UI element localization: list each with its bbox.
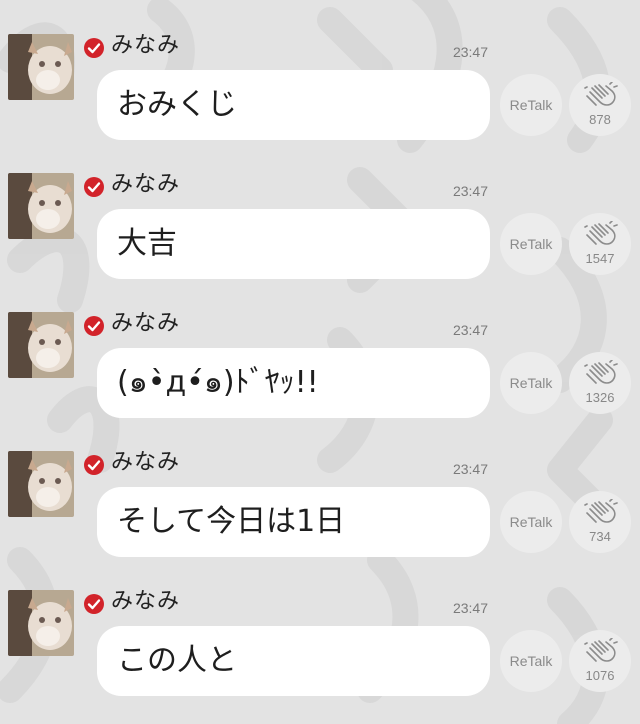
sender-name: みなみ [111, 311, 181, 336]
verified-check-icon [84, 594, 104, 614]
message-item: みなみ 23:47 そして今日は1日 ReTalk 734 [0, 417, 640, 557]
verified-check-icon [84, 38, 104, 58]
timestamp: 23:47 [452, 322, 488, 338]
avatar-cat-photo [8, 173, 74, 239]
avatar[interactable] [8, 590, 74, 656]
clap-count: 1547 [585, 251, 615, 266]
clap-button[interactable]: 1076 [569, 630, 631, 692]
avatar-cat-photo [8, 34, 74, 100]
retalk-button[interactable]: ReTalk [500, 352, 562, 414]
retalk-button[interactable]: ReTalk [500, 213, 562, 275]
sender-name: みなみ [111, 33, 181, 58]
message-item: みなみ 23:47 大吉 ReTalk 1547 [0, 139, 640, 279]
clap-button[interactable]: 878 [569, 74, 631, 136]
timestamp: 23:47 [452, 461, 488, 477]
message-bubble[interactable]: おみくじ [97, 70, 490, 140]
timestamp: 23:47 [452, 44, 488, 60]
avatar[interactable] [8, 173, 74, 239]
message-bubble[interactable]: (๑•̀д•́๑)ﾄﾞﾔｯ!! [97, 348, 490, 418]
clap-hands-icon [584, 638, 618, 662]
timestamp: 23:47 [452, 183, 488, 199]
message-item: みなみ 23:47 (๑•̀д•́๑)ﾄﾞﾔｯ!! ReTalk 1326 [0, 278, 640, 418]
message-bubble[interactable]: そして今日は1日 [97, 487, 490, 557]
clap-button[interactable]: 1326 [569, 352, 631, 414]
message-feed[interactable]: みなみ 23:47 おみくじ ReTalk 878 みなみ 23:47 大吉 R… [0, 0, 640, 724]
avatar[interactable] [8, 34, 74, 100]
clap-hands-icon [584, 499, 618, 523]
clap-count: 1076 [585, 668, 615, 683]
message-bubble[interactable]: 大吉 [97, 209, 490, 279]
retalk-button[interactable]: ReTalk [500, 491, 562, 553]
verified-check-icon [84, 177, 104, 197]
message-item: みなみ 23:47 おみくじ ReTalk 878 [0, 0, 640, 140]
avatar[interactable] [8, 312, 74, 378]
clap-button[interactable]: 734 [569, 491, 631, 553]
avatar[interactable] [8, 451, 74, 517]
message-text: 大吉 [117, 226, 177, 261]
clap-hands-icon [584, 360, 618, 384]
message-text: そして今日は1日 [117, 504, 346, 539]
clap-count: 878 [589, 112, 611, 127]
message-bubble[interactable]: この人と [97, 626, 490, 696]
timestamp: 23:47 [452, 600, 488, 616]
sender-name: みなみ [111, 450, 181, 475]
clap-count: 1326 [585, 390, 615, 405]
clap-hands-icon [584, 82, 618, 106]
verified-check-icon [84, 316, 104, 336]
clap-button[interactable]: 1547 [569, 213, 631, 275]
retalk-button[interactable]: ReTalk [500, 74, 562, 136]
message-text: この人と [117, 643, 237, 678]
message-text: おみくじ [117, 87, 237, 122]
avatar-cat-photo [8, 312, 74, 378]
sender-name: みなみ [111, 589, 181, 614]
retalk-button[interactable]: ReTalk [500, 630, 562, 692]
avatar-cat-photo [8, 590, 74, 656]
message-item: みなみ 23:47 この人と ReTalk 1076 [0, 556, 640, 696]
verified-check-icon [84, 455, 104, 475]
message-text: (๑•̀д•́๑)ﾄﾞﾔｯ!! [117, 365, 319, 400]
avatar-cat-photo [8, 451, 74, 517]
clap-count: 734 [589, 529, 611, 544]
clap-hands-icon [584, 221, 618, 245]
sender-name: みなみ [111, 172, 181, 197]
